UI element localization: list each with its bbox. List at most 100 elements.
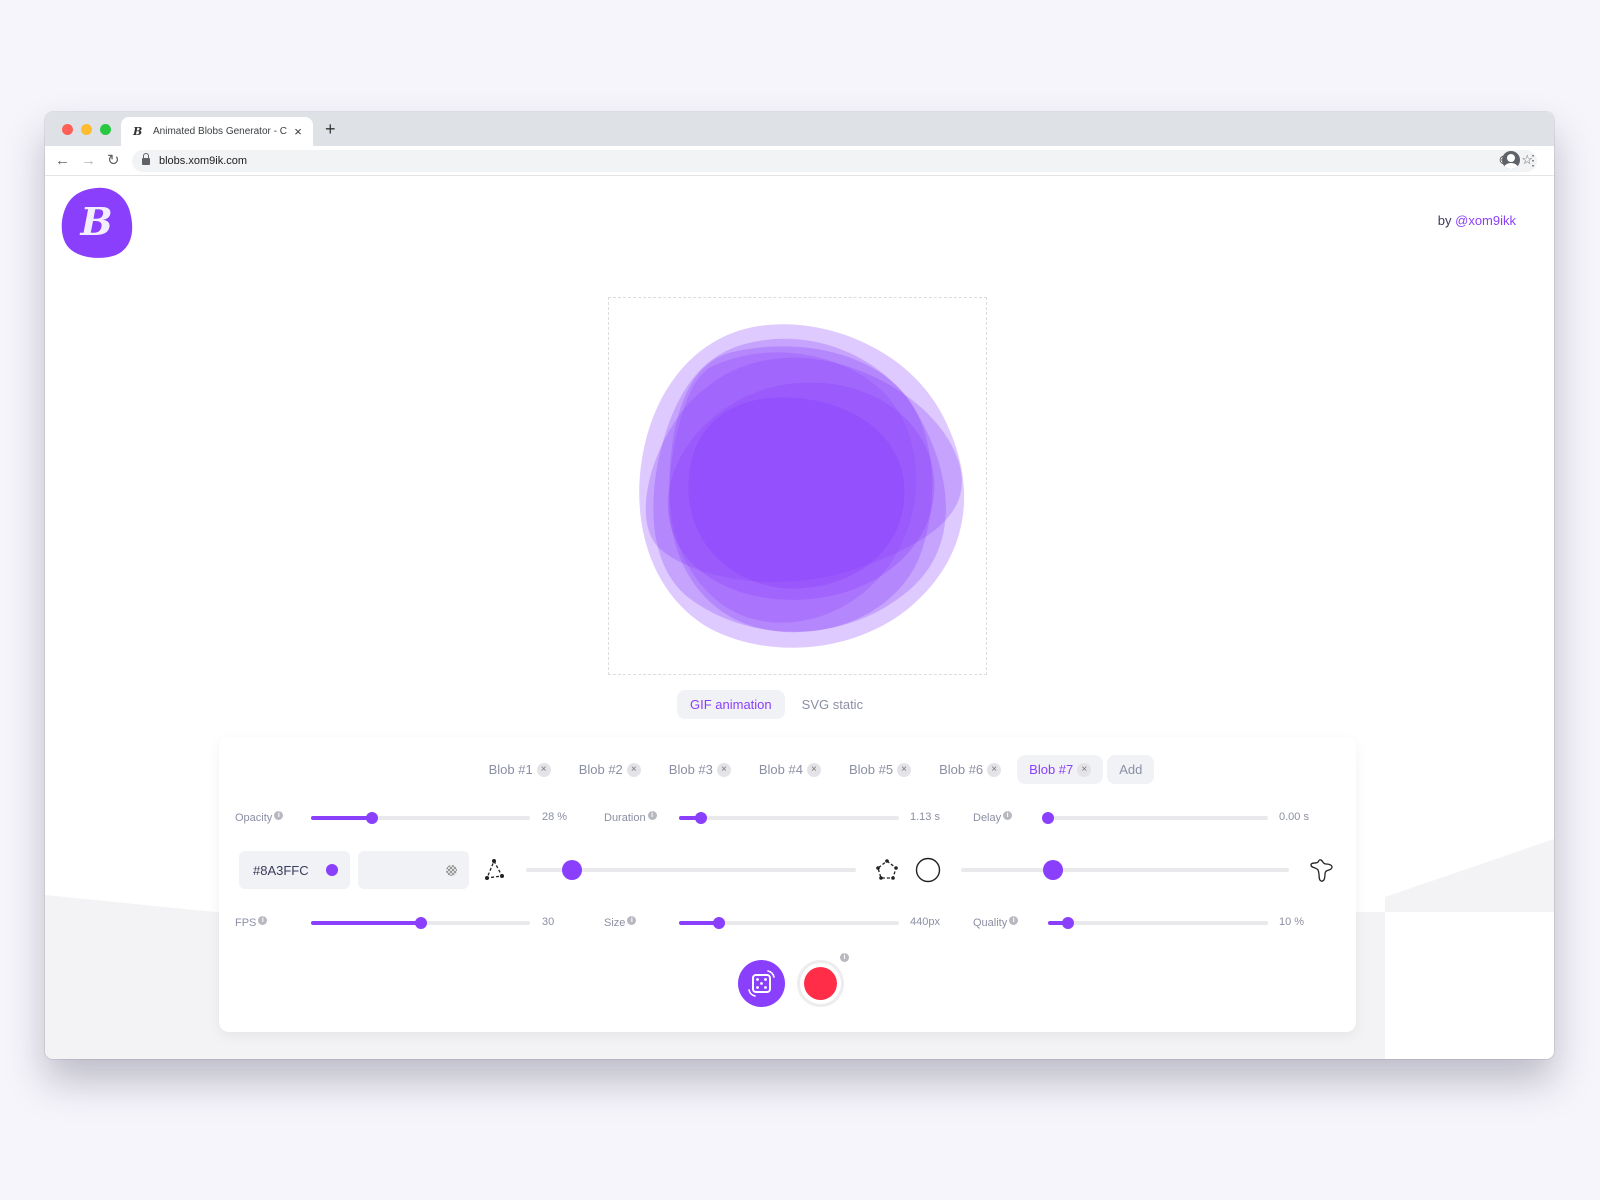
browser-tab[interactable]: B Animated Blobs Generator - Cr × [121, 117, 313, 146]
size-slider[interactable] [679, 917, 899, 929]
opacity-control: Opacity i 28 % [235, 808, 575, 828]
favicon-icon: B [133, 124, 143, 138]
primary-color-hex: #8A3FFC [253, 862, 309, 878]
opacity-slider-thumb[interactable] [366, 812, 379, 824]
lock-icon [142, 152, 150, 166]
export-mode-tabs: GIF animation SVG static [677, 690, 876, 719]
info-icon[interactable]: i [1003, 811, 1013, 820]
quality-slider-thumb[interactable] [1061, 917, 1074, 929]
irregular-blob-icon[interactable] [1309, 857, 1335, 883]
duration-slider-thumb[interactable] [695, 812, 707, 824]
fps-slider-fill [311, 921, 421, 925]
info-icon[interactable]: i [274, 811, 284, 820]
opacity-slider-fill [311, 816, 373, 820]
url-text[interactable]: blobs.xom9ik.com [159, 155, 247, 167]
remove-blob-icon[interactable]: × [536, 762, 551, 777]
minimize-window-button[interactable] [81, 124, 92, 135]
quality-slider[interactable] [1048, 917, 1268, 929]
remove-blob-icon[interactable]: × [626, 762, 641, 777]
fps-slider-thumb[interactable] [414, 917, 427, 929]
circle-icon[interactable] [915, 857, 941, 883]
remove-blob-icon[interactable]: × [1077, 762, 1092, 777]
tab-close-icon[interactable]: × [291, 124, 305, 139]
profile-avatar-icon[interactable] [1502, 151, 1520, 169]
blob-preview-canvas [639, 324, 965, 648]
app-logo[interactable]: B [60, 186, 133, 258]
blob-tab-7[interactable]: Blob #7 × [1017, 755, 1104, 784]
remove-blob-icon[interactable]: × [987, 762, 1002, 777]
fps-value: 30 [542, 916, 555, 928]
delay-slider[interactable] [1042, 812, 1268, 824]
blob-tab-6[interactable]: Blob #6 × [927, 755, 1013, 784]
info-icon[interactable]: i [627, 916, 637, 925]
dice-icon [748, 970, 775, 997]
size-label-text: Size [604, 917, 626, 929]
author-link[interactable]: @xom9ikk [1455, 213, 1516, 228]
triangle-points-icon[interactable] [481, 857, 507, 883]
record-info-icon[interactable]: i [840, 953, 849, 962]
opacity-label: Opacity i [235, 811, 284, 824]
remove-blob-icon[interactable]: × [806, 762, 821, 777]
blob-preview [608, 297, 987, 675]
new-tab-button[interactable]: + [325, 119, 336, 140]
address-bar[interactable]: blobs.xom9ik.com ⊕ ☆ [132, 150, 1537, 172]
info-icon[interactable]: i [647, 811, 657, 820]
blob-tabs: Blob #1 × Blob #2 × Blob #3 × Blob #4 × Blob… [219, 755, 1356, 784]
forward-arrow-icon[interactable]: → [81, 152, 96, 170]
quality-control: Quality i 10 % [973, 913, 1333, 933]
opacity-value: 28 % [542, 811, 568, 823]
add-blob-button[interactable]: Add [1107, 755, 1155, 784]
blob-tab-5[interactable]: Blob #5 × [837, 755, 923, 784]
opacity-slider[interactable] [311, 812, 530, 824]
pentagon-points-icon[interactable] [874, 857, 900, 883]
secondary-color-picker[interactable] [358, 851, 469, 889]
quality-value: 10 % [1279, 916, 1305, 928]
browser-window: B Animated Blobs Generator - Cr × + ← → … [45, 112, 1554, 1059]
size-value: 440px [910, 916, 940, 928]
delay-label-text: Delay [973, 812, 1002, 824]
tab-svg-static[interactable]: SVG static [789, 690, 876, 719]
blob-tab-4[interactable]: Blob #4 × [747, 755, 833, 784]
reload-icon[interactable]: ↻ [107, 152, 120, 170]
more-menu-icon[interactable]: ⋮ [1526, 152, 1540, 168]
remove-blob-icon[interactable]: × [897, 762, 912, 777]
info-icon[interactable]: i [1009, 916, 1019, 925]
contrast-slider[interactable] [961, 860, 1289, 880]
blob-tab-label: Blob #7 [1029, 762, 1074, 777]
browser-toolbar: ← → ↻ blobs.xom9ik.com ⊕ ☆ ⋮ [45, 146, 1554, 176]
remove-blob-icon[interactable]: × [716, 762, 731, 777]
size-slider-thumb[interactable] [712, 917, 725, 929]
record-button[interactable] [797, 960, 844, 1007]
transparent-swatch-icon [446, 864, 457, 876]
complexity-slider[interactable] [526, 860, 856, 880]
blob-tab-3[interactable]: Blob #3 × [657, 755, 743, 784]
info-icon[interactable]: i [258, 916, 268, 925]
duration-label-text: Duration [604, 812, 646, 824]
byline-prefix: by [1437, 213, 1456, 228]
delay-label: Delay i [973, 811, 1013, 824]
blob-tab-label: Blob #3 [668, 762, 713, 777]
logo-letter: B [80, 199, 113, 244]
page-content: B by @xom9ikk GIF animation SVG static B… [45, 177, 1554, 1059]
close-window-button[interactable] [62, 124, 73, 135]
blob-tab-2[interactable]: Blob #2 × [567, 755, 653, 784]
fps-label-text: FPS [235, 917, 257, 929]
blob-tab-label: Blob #5 [848, 762, 894, 777]
size-control: Size i 440px [604, 913, 954, 933]
delay-control: Delay i 0.00 s [973, 808, 1333, 828]
shape-row: #8A3FFC [219, 851, 1356, 889]
complexity-slider-thumb[interactable] [562, 860, 583, 880]
back-arrow-icon[interactable]: ← [55, 152, 70, 170]
delay-slider-thumb[interactable] [1042, 812, 1054, 824]
primary-color-picker[interactable]: #8A3FFC [239, 851, 350, 889]
blob-tab-1[interactable]: Blob #1 × [477, 755, 563, 784]
contrast-slider-thumb[interactable] [1042, 860, 1063, 880]
maximize-window-button[interactable] [100, 124, 111, 135]
randomize-button[interactable] [738, 960, 785, 1007]
duration-slider[interactable] [679, 812, 899, 824]
color-swatch [326, 864, 338, 876]
opacity-label-text: Opacity [235, 812, 273, 824]
fps-slider[interactable] [311, 917, 530, 929]
tab-gif-animation[interactable]: GIF animation [677, 690, 785, 719]
window-controls [62, 124, 111, 135]
